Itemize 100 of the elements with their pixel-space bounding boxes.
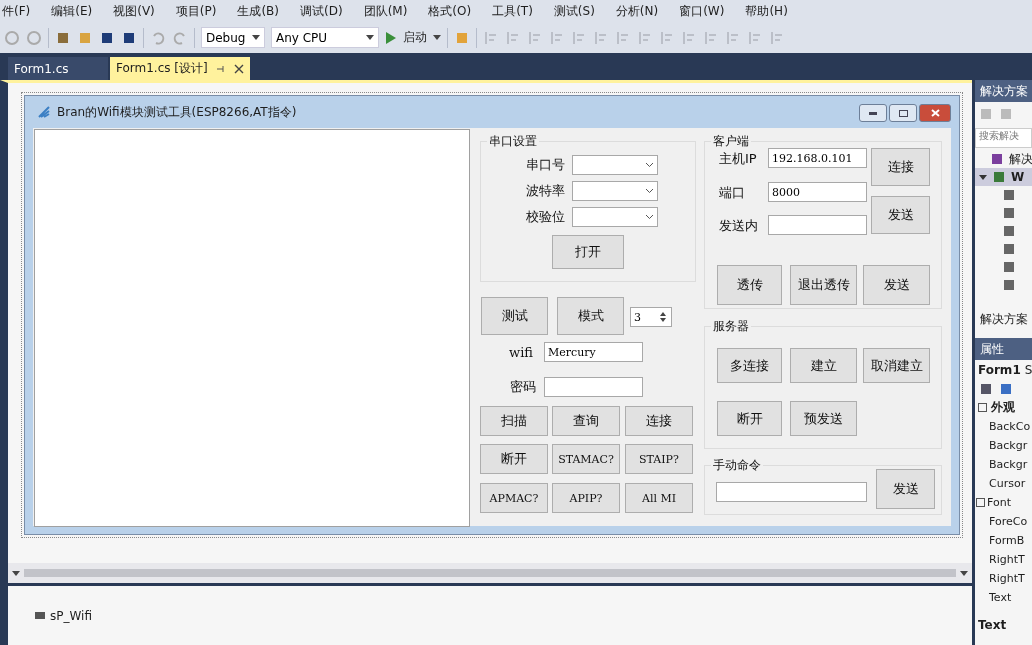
menu-item[interactable]: 视图(V) [102, 2, 165, 20]
field-label: wifi [509, 345, 533, 360]
menu-item[interactable]: 生成(B) [226, 2, 289, 20]
command-button[interactable]: 断开 [480, 444, 548, 474]
server-button[interactable]: 取消建立 [863, 348, 930, 383]
open-button[interactable]: 打开 [552, 235, 624, 269]
server-button[interactable]: 多连接 [717, 348, 782, 383]
property-name[interactable]: Text [989, 591, 1012, 604]
minimize-button[interactable] [859, 104, 887, 122]
menu-item[interactable]: 测试(S) [542, 2, 605, 20]
close-icon[interactable] [233, 63, 244, 74]
menu-item[interactable]: 团队(M) [352, 2, 418, 20]
component-label[interactable]: sP_Wifi [50, 608, 92, 623]
server-button[interactable]: 预发送 [790, 401, 857, 436]
property-name[interactable]: RightT [989, 553, 1025, 566]
field-label: 端口 [719, 184, 745, 202]
combo-box[interactable] [572, 155, 658, 175]
caret-icon [252, 35, 260, 40]
command-button[interactable]: STAMAC? [552, 444, 620, 474]
chevron-icon [645, 188, 654, 194]
field-label: 波特率 [526, 182, 565, 200]
menu-item[interactable]: 编辑(E) [40, 2, 103, 20]
menu-item[interactable]: 分析(N) [604, 2, 669, 20]
field-label: 发送内 [719, 217, 758, 235]
command-button[interactable]: 扫描 [480, 406, 548, 436]
menu-item[interactable]: 调试(D) [289, 2, 353, 20]
client-button[interactable]: 发送 [863, 265, 930, 305]
group-title: 串口设置 [487, 133, 539, 150]
caret-icon [960, 570, 968, 576]
password-field[interactable] [544, 377, 643, 397]
caret-icon [12, 570, 20, 576]
group-title: 服务器 [711, 318, 751, 335]
start-button[interactable]: 启动 [403, 29, 427, 46]
caret-icon [433, 35, 441, 40]
property-name[interactable]: Font [987, 496, 1011, 509]
pin-icon[interactable] [215, 63, 226, 74]
scrollbar-thumb[interactable] [24, 569, 956, 577]
input-field[interactable]: 8000 [768, 182, 867, 202]
command-button[interactable]: All MI [625, 483, 693, 513]
property-name[interactable]: FormB [989, 534, 1025, 547]
menu-item[interactable]: 件(F) [0, 2, 41, 20]
client-button[interactable]: 发送 [871, 196, 930, 234]
maximize-icon [898, 109, 908, 117]
command-button[interactable]: APMAC? [480, 483, 548, 513]
combo-box[interactable] [572, 207, 658, 227]
collapse-icon[interactable] [978, 403, 987, 412]
caret-icon [979, 174, 987, 180]
group-title: 客户端 [711, 133, 751, 150]
expand-icon[interactable] [976, 498, 985, 507]
window-title: Bran的Wifi模块测试工具(ESP8266,AT指令) [57, 103, 297, 121]
configuration-dropdown[interactable]: Debug [201, 27, 265, 48]
document-tab[interactable]: Form1.cs [8, 57, 108, 80]
input-field[interactable]: 192.168.0.101 [768, 148, 867, 168]
property-name[interactable]: ForeCo [989, 515, 1028, 528]
field-label: 串口号 [526, 156, 565, 174]
command-field[interactable] [716, 482, 867, 502]
field-label: 主机IP [719, 150, 757, 168]
document-tab[interactable]: Form1.cs [设计] [110, 57, 250, 80]
tree-item[interactable]: W [1011, 170, 1025, 184]
close-icon [930, 109, 940, 117]
maximize-button[interactable] [889, 104, 917, 122]
category-label: 外观 [991, 399, 1015, 416]
menu-item[interactable]: 工具(T) [481, 2, 543, 20]
client-button[interactable]: 退出透传 [790, 265, 857, 305]
menu-item[interactable]: 项目(P) [164, 2, 227, 20]
client-button[interactable]: 连接 [871, 148, 930, 186]
group-title: 手动命令 [711, 457, 763, 474]
server-button[interactable]: 断开 [717, 401, 782, 436]
property-name[interactable]: BackCo [989, 420, 1031, 433]
command-button[interactable]: 查询 [552, 406, 620, 436]
command-button[interactable]: 连接 [625, 406, 693, 436]
spin-arrows-icon [658, 310, 668, 324]
panel-title: 解决方案 [975, 80, 1032, 102]
play-icon[interactable] [385, 30, 397, 45]
tree-item[interactable]: 解决 [1009, 150, 1032, 168]
command-button[interactable]: APIP? [552, 483, 620, 513]
action-button[interactable]: 测试 [481, 297, 548, 335]
property-name[interactable]: Backgr [989, 439, 1028, 452]
object-name: Form1 [978, 362, 1021, 377]
number-spinner[interactable]: 3 [630, 307, 672, 327]
action-button[interactable]: 模式 [557, 297, 624, 335]
property-name[interactable]: Backgr [989, 458, 1028, 471]
client-button[interactable]: 透传 [717, 265, 782, 305]
wifi-field[interactable]: Mercury [544, 342, 643, 362]
combo-box[interactable] [572, 181, 658, 201]
menu-item[interactable]: 窗口(W) [668, 2, 735, 20]
property-name[interactable]: RightT [989, 572, 1025, 585]
property-name[interactable]: Cursor [989, 477, 1026, 490]
close-button[interactable] [919, 104, 951, 122]
send-button[interactable]: 发送 [876, 469, 935, 509]
input-field[interactable] [768, 215, 867, 235]
command-button[interactable]: STAIP? [625, 444, 693, 474]
chevron-icon [645, 162, 654, 168]
search-field[interactable]: 搜索解决 [975, 128, 1032, 148]
menu-item[interactable]: 帮助(H) [734, 2, 798, 20]
object-type: S [1024, 362, 1032, 377]
server-button[interactable]: 建立 [790, 348, 857, 383]
minimize-icon [869, 111, 877, 115]
menu-item[interactable]: 格式(O) [417, 2, 482, 20]
platform-dropdown[interactable]: Any CPU [271, 27, 379, 48]
